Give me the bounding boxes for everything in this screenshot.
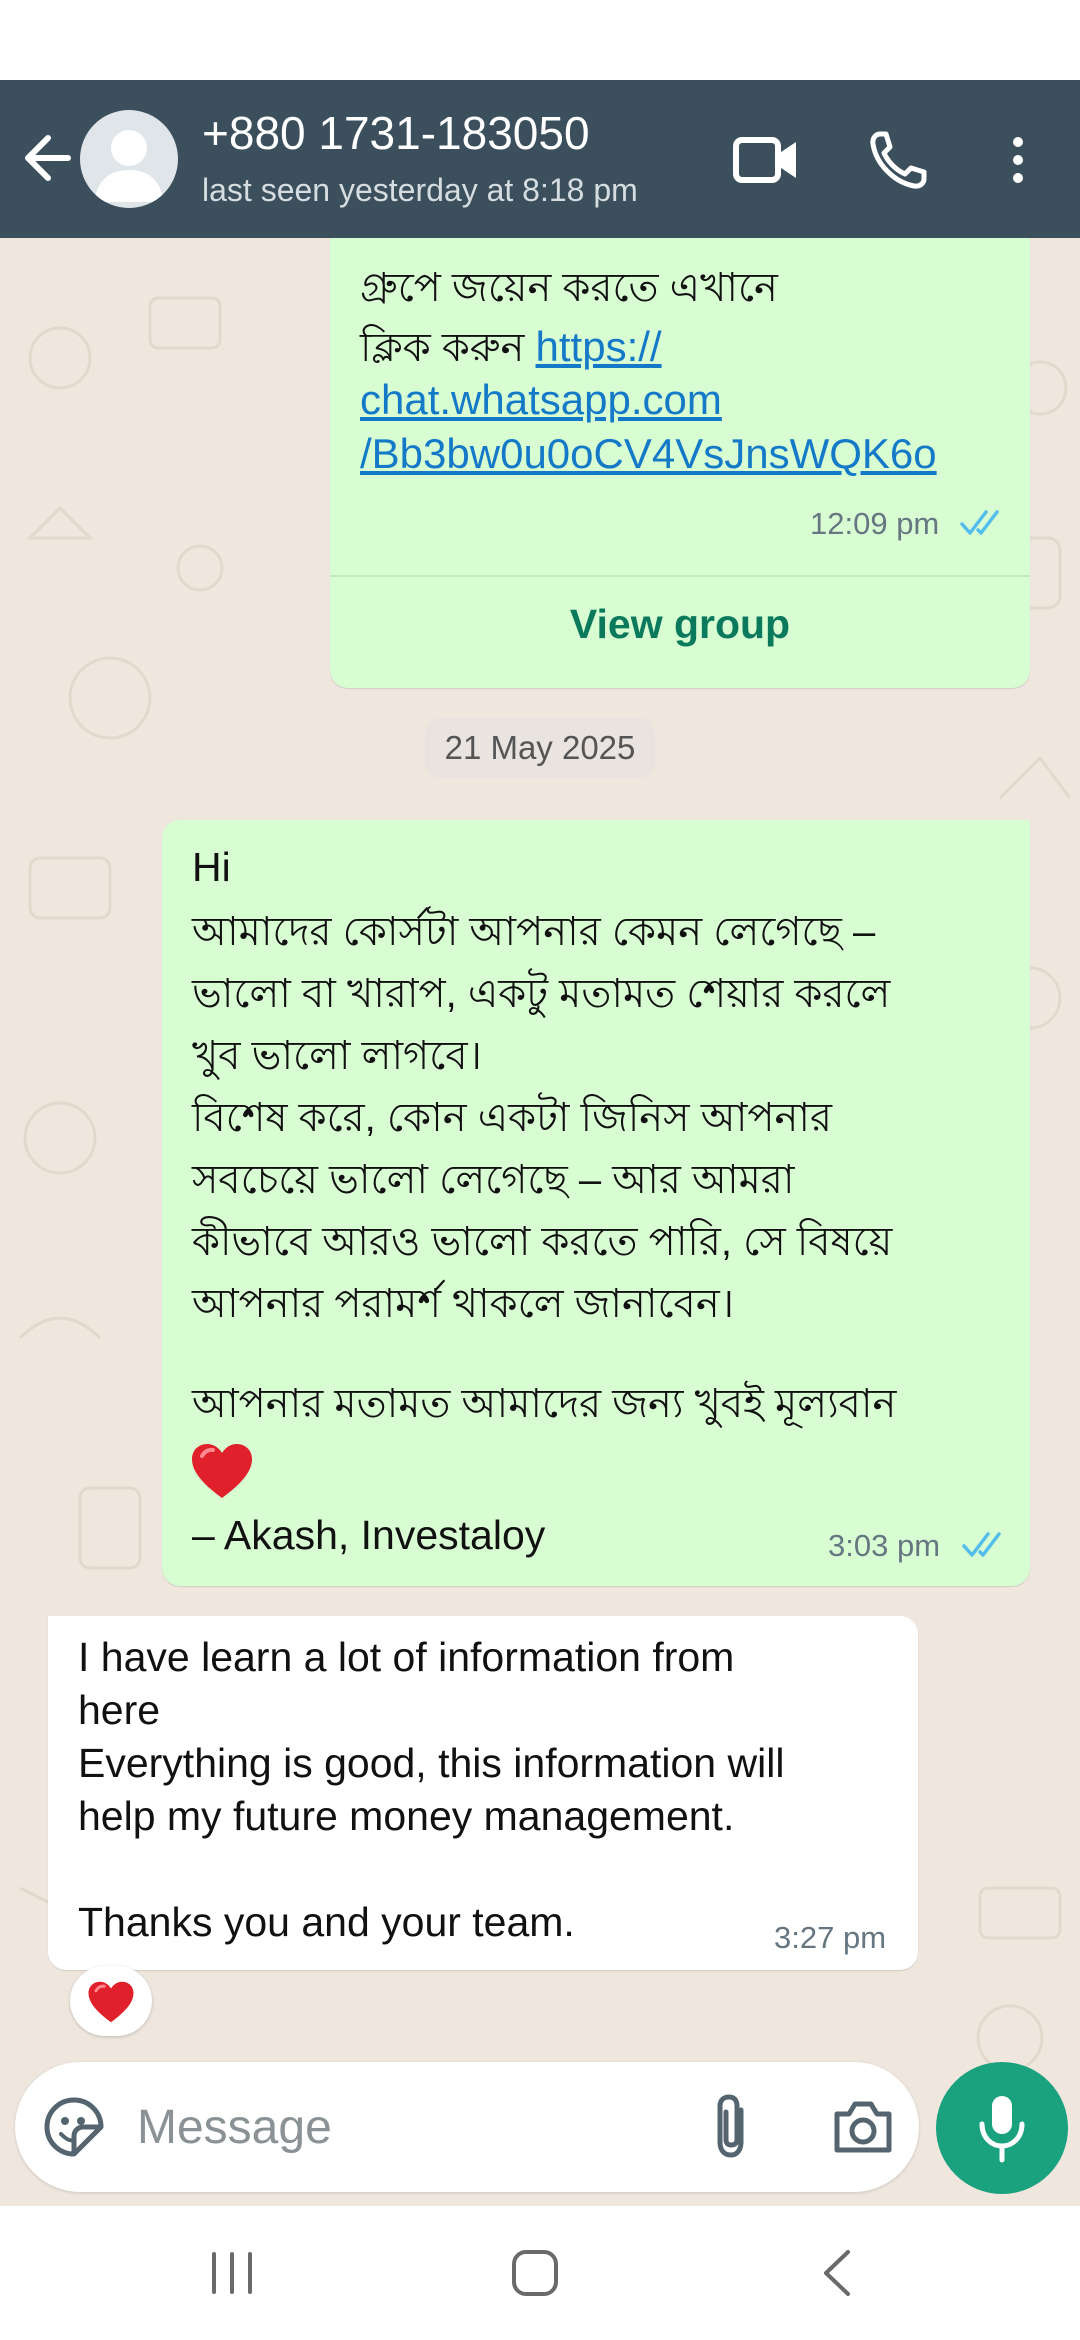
- default-avatar-icon: [94, 130, 164, 202]
- message-time: 12:09 pm: [810, 506, 940, 541]
- message-text-line: help my future money management.: [78, 1793, 735, 1839]
- message-text-line: Hi: [192, 844, 231, 890]
- outgoing-message[interactable]: Hi আমাদের কোর্সটা আপনার কেমন লেগেছে – ভা…: [162, 820, 1030, 1586]
- chat-header: +880 1731-183050 last seen yesterday at …: [0, 80, 1080, 238]
- home-icon[interactable]: [510, 2248, 560, 2298]
- invite-link[interactable]: https://: [536, 323, 662, 370]
- message-text-line: here: [78, 1687, 161, 1733]
- invite-link[interactable]: /Bb3bw0u0oCV4VsJnsWQK6o: [360, 430, 937, 478]
- microphone-icon: [979, 2096, 1025, 2163]
- back-navigation-icon[interactable]: [820, 2248, 854, 2298]
- voice-record-button[interactable]: [936, 2062, 1068, 2194]
- attach-paperclip-icon[interactable]: [709, 2092, 755, 2162]
- avatar[interactable]: [80, 110, 178, 208]
- back-arrow-icon[interactable]: [18, 125, 78, 191]
- more-options-icon[interactable]: [1000, 128, 1036, 192]
- camera-icon[interactable]: [831, 2098, 895, 2156]
- recent-apps-icon[interactable]: [208, 2250, 256, 2296]
- message-text-line: Everything is good, this information wil…: [78, 1740, 785, 1786]
- date-separator: 21 May 2025: [425, 718, 655, 778]
- message-composer: Message: [15, 2062, 919, 2192]
- sticker-emoji-icon[interactable]: [43, 2096, 105, 2158]
- message-text-line: আপনার পরামর্শ থাকলে জানাবেন।: [192, 1282, 734, 1326]
- system-navigation-bar: [0, 2206, 1080, 2340]
- message-text-line: আপনার মতামত আমাদের জন্য খুবই মূল্যবান: [192, 1382, 897, 1426]
- message-text-line: ক্লিক করুন https://: [360, 316, 662, 383]
- view-group-button[interactable]: View group: [330, 601, 1030, 648]
- message-text-line: আমাদের কোর্সটা আপনার কেমন লেগেছে –: [192, 910, 876, 954]
- message-text-fragment: ক্লিক করুন: [360, 326, 536, 370]
- message-signature: – Akash, Investaloy: [192, 1512, 546, 1558]
- message-text-line: বিশেষ করে, কোন একটা জিনিস আপনার: [192, 1096, 832, 1140]
- red-heart-emoji-icon: [192, 1444, 252, 1498]
- chat-area[interactable]: গ্রুপে জয়েন করতে এখানে ক্লিক করুন https…: [0, 238, 1080, 2206]
- phone-call-icon[interactable]: [866, 128, 934, 192]
- group-invite-message[interactable]: গ্রুপে জয়েন করতে এখানে ক্লিক করুন https…: [330, 238, 1030, 688]
- message-time: 3:03 pm: [828, 1528, 941, 1563]
- video-call-icon[interactable]: [732, 128, 800, 192]
- message-text-line: গ্রুপে জয়েন করতে এখানে: [360, 266, 778, 310]
- message-text-line: খুব ভালো লাগবে।: [192, 1034, 482, 1078]
- message-time: 3:27 pm: [774, 1920, 887, 1955]
- read-receipt-ticks-icon: [960, 510, 999, 535]
- bubble-divider: [330, 575, 1030, 577]
- contact-name[interactable]: +880 1731-183050: [202, 106, 590, 160]
- message-text-line: কীভাবে আরও ভালো করতে পারি, সে বিষয়ে: [192, 1220, 893, 1264]
- status-bar: [0, 0, 1080, 80]
- message-text-line: I have learn a lot of information from: [78, 1634, 735, 1680]
- red-heart-reaction-icon: [88, 1981, 134, 2023]
- message-reaction[interactable]: [70, 1966, 152, 2036]
- message-text-line: সবচেয়ে ভালো লেগেছে – আর আমরা: [192, 1158, 795, 1202]
- message-text-line: Thanks you and your team.: [78, 1899, 575, 1945]
- last-seen-status: last seen yesterday at 8:18 pm: [202, 172, 638, 208]
- read-receipt-ticks-icon: [962, 1532, 1001, 1557]
- invite-link[interactable]: chat.whatsapp.com: [360, 376, 722, 424]
- incoming-message[interactable]: I have learn a lot of information from h…: [48, 1616, 918, 1970]
- message-input[interactable]: Message: [137, 2100, 332, 2155]
- message-text-line: ভালো বা খারাপ, একটু মতামত শেয়ার করলে: [192, 972, 891, 1016]
